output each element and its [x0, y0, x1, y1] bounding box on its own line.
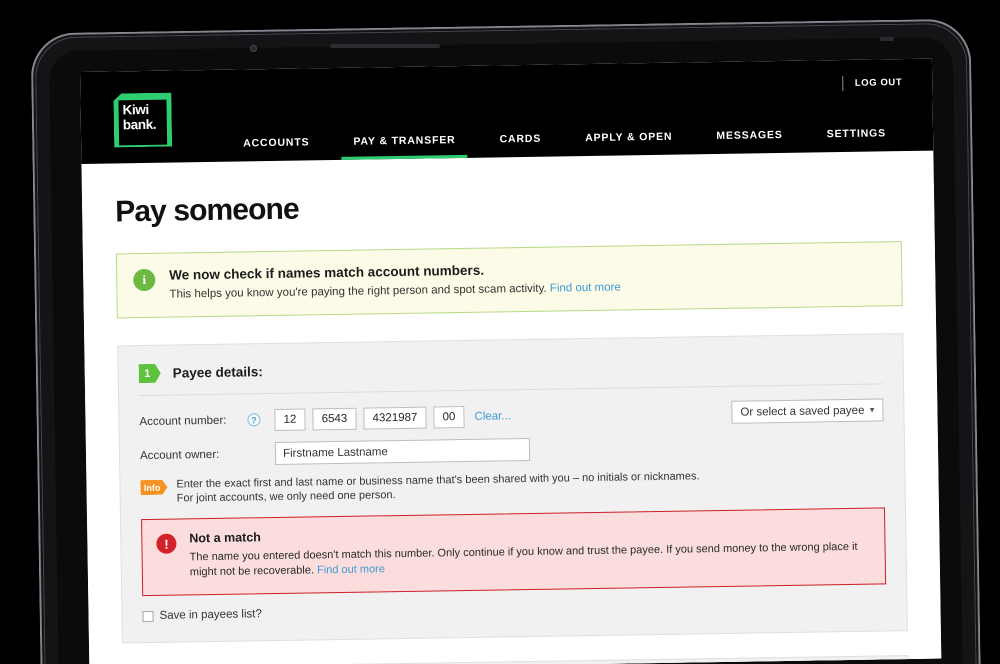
not-a-match-error: ! Not a match The name you entered doesn… — [141, 507, 887, 597]
payee-details-panel: 1 Payee details: Account number: ? Clear… — [117, 333, 908, 644]
account-owner-info-note: Info Enter the exact first and last name… — [140, 466, 884, 506]
sensor-slot — [880, 37, 894, 41]
nav-item-cards[interactable]: CARDS — [477, 124, 563, 157]
page-title: Pay someone — [114, 192, 299, 229]
payee-panel-header: 1 Payee details: — [138, 352, 884, 397]
account-owner-input[interactable] — [274, 437, 531, 465]
account-number-label: Account number: — [139, 414, 227, 428]
logo-wordmark: Kiwi bank. — [122, 101, 157, 133]
error-body: The name you entered doesn't match this … — [190, 540, 871, 581]
logo-line-1: Kiwi — [122, 101, 149, 118]
main-navigation: ACCOUNTS PAY & TRANSFER CARDS APPLY & OPEN M… — [221, 119, 908, 162]
nav-item-messages[interactable]: MESSAGES — [694, 121, 805, 155]
saved-payee-label: Or select a saved payee — [740, 404, 865, 419]
nav-item-pay-transfer[interactable]: PAY & TRANSFER — [331, 126, 478, 160]
account-owner-label: Account owner: — [139, 448, 220, 462]
name-check-info-banner: i We now check if names match account nu… — [115, 241, 903, 319]
nav-item-accounts[interactable]: ACCOUNTS — [221, 128, 332, 162]
page-body: Pay someone i We now check if names matc… — [81, 182, 942, 664]
account-branch-input[interactable] — [312, 407, 357, 430]
info-banner-body: This helps you know you're paying the ri… — [169, 282, 621, 301]
logout-button[interactable]: LOG OUT — [855, 77, 903, 89]
screenshot-stage: Kiwi bank. LOG OUT ACCOUNTS PAY & TRANSFE… — [0, 0, 1000, 664]
account-number-row: Account number: ? Clear... Or select a s… — [139, 398, 884, 433]
account-suffix-input[interactable] — [433, 405, 465, 428]
save-payee-row: Save in payees list? — [142, 598, 886, 622]
info-banner-text: This helps you know you're paying the ri… — [169, 282, 547, 301]
payee-panel-title: Payee details: — [172, 364, 263, 381]
account-owner-row: Account owner: — [140, 432, 884, 467]
speaker-grille — [330, 44, 440, 48]
help-question-icon[interactable]: ? — [247, 413, 261, 427]
info-badge: Info — [140, 480, 167, 495]
error-text: The name you entered doesn't match this … — [189, 540, 858, 579]
account-bank-input[interactable] — [274, 408, 306, 431]
nav-item-settings[interactable]: SETTINGS — [804, 119, 908, 153]
info-banner-title: We now check if names match account numb… — [169, 262, 485, 283]
camera-icon — [250, 45, 257, 52]
error-find-out-more-link[interactable]: Find out more — [317, 563, 385, 576]
info-note-text: Enter the exact first and last name or b… — [176, 469, 699, 505]
kiwibank-logo[interactable]: Kiwi bank. — [113, 93, 172, 148]
error-circle-icon: ! — [156, 533, 177, 554]
info-banner-find-out-more-link[interactable]: Find out more — [550, 282, 621, 295]
info-banner-content: We now check if names match account numb… — [169, 261, 621, 301]
chevron-down-icon: ▾ — [869, 404, 875, 415]
error-content: Not a match The name you entered doesn't… — [189, 521, 871, 581]
logout-divider — [841, 76, 843, 92]
saved-payee-select[interactable]: Or select a saved payee ▾ — [731, 398, 884, 424]
save-in-payees-checkbox[interactable] — [142, 610, 154, 622]
step-badge-1: 1 — [139, 364, 161, 383]
save-in-payees-label[interactable]: Save in payees list? — [159, 608, 261, 622]
logout-area: LOG OUT — [841, 75, 903, 92]
clear-link[interactable]: Clear... — [474, 410, 511, 423]
site-header: Kiwi bank. LOG OUT ACCOUNTS PAY & TRANSFE… — [80, 58, 934, 164]
logo-line-2: bank. — [122, 116, 157, 132]
account-number-input[interactable] — [363, 406, 427, 430]
nav-item-apply-open[interactable]: APPLY & OPEN — [563, 122, 695, 156]
info-circle-icon: i — [133, 268, 156, 292]
tablet-screen: Kiwi bank. LOG OUT ACCOUNTS PAY & TRANSFE… — [80, 58, 942, 664]
